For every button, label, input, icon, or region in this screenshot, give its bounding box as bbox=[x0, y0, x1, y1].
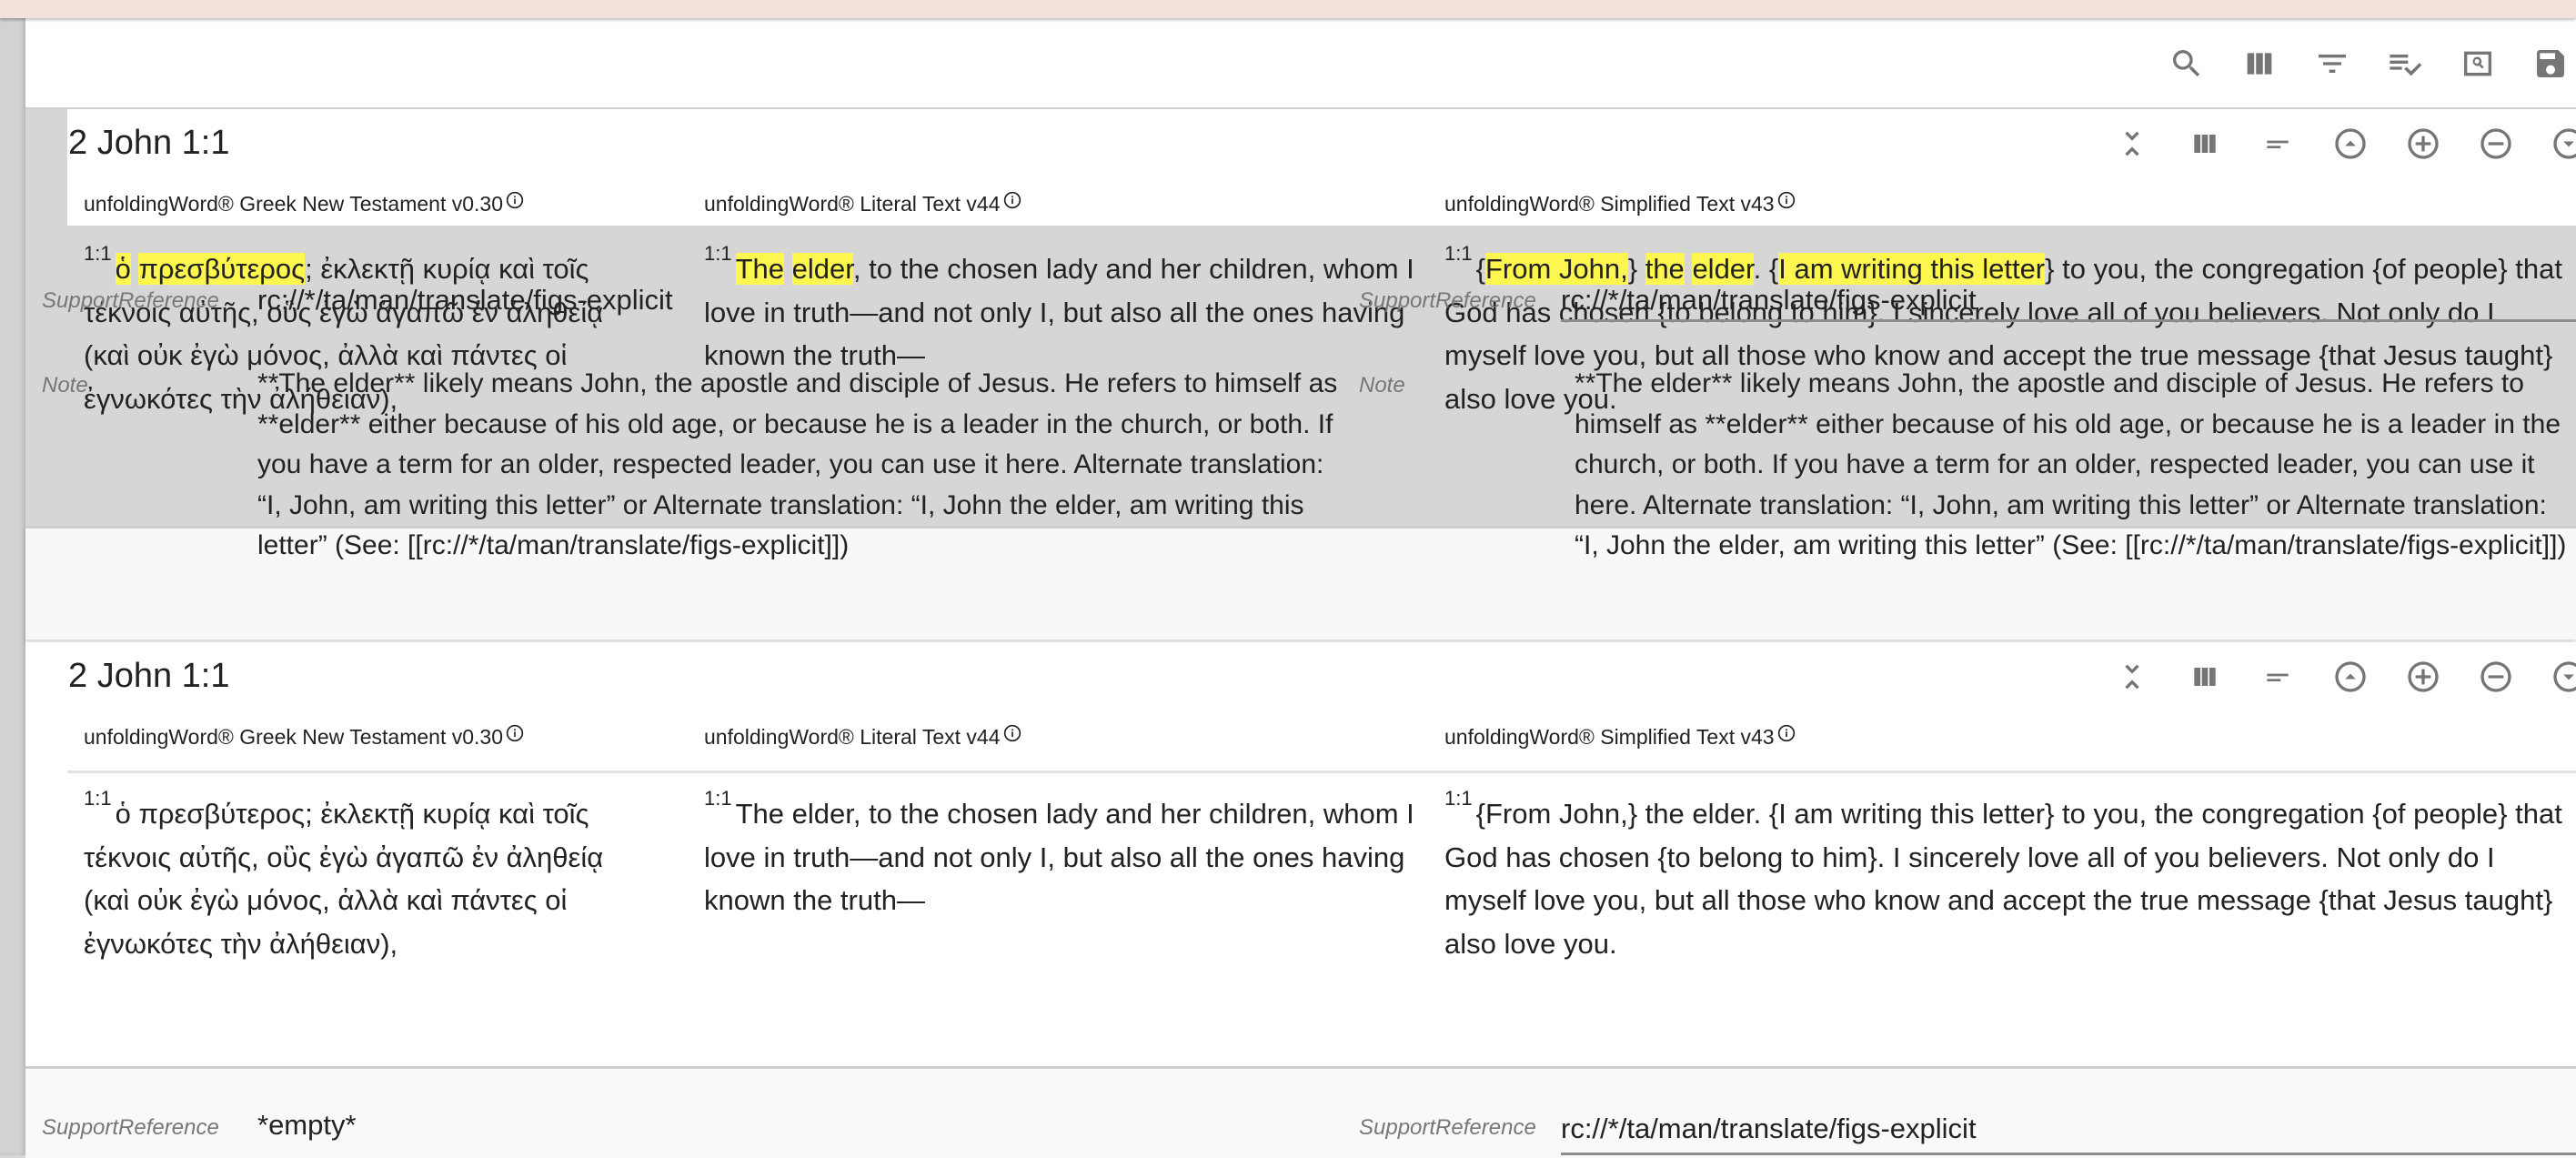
info-icon[interactable] bbox=[1003, 723, 1021, 748]
highlighted-word[interactable]: πρεσβύτερος bbox=[138, 253, 306, 285]
verse-segments: The elder, to the chosen lady and her ch… bbox=[704, 253, 1414, 371]
resource-title-ugnt: unfoldingWord® Greek New Testament v0.30 bbox=[84, 190, 524, 216]
verse-number: 1:1 bbox=[84, 787, 112, 810]
verse-continuation: (καὶ οὐκ ἐγὼ μόνος, ἀλλὰ καὶ πάντες οἱ ἐ… bbox=[84, 884, 568, 960]
playlist-check-icon[interactable] bbox=[2369, 45, 2441, 82]
divider bbox=[67, 770, 2576, 773]
expand-collapse-icon[interactable] bbox=[2096, 126, 2168, 162]
support-reference-underline bbox=[1561, 319, 2576, 322]
arrow-down-circle-icon[interactable] bbox=[2532, 126, 2576, 162]
verse-text-ult: 1:1 The elder, to the chosen lady and her… bbox=[704, 244, 1450, 378]
preview-icon[interactable] bbox=[2441, 45, 2514, 82]
resource-title-ust: unfoldingWord® Simplified Text v43 bbox=[1444, 190, 1796, 216]
resource-title-ult: unfoldingWord® Literal Text v44 bbox=[704, 190, 1021, 216]
remove-circle-icon[interactable] bbox=[2460, 126, 2532, 162]
resource-title-text: unfoldingWord® Greek New Testament v0.30 bbox=[84, 192, 503, 216]
verse-text-segment: { bbox=[1475, 253, 1485, 285]
verse-number: 1:1 bbox=[704, 787, 732, 810]
resource-title-text: unfoldingWord® Greek New Testament v0.30 bbox=[84, 725, 503, 749]
support-reference-label: SupportReference bbox=[42, 1115, 219, 1140]
verse-number: 1:1 bbox=[1444, 787, 1473, 810]
card-2-fields: SupportReference *empty* SupportReferenc… bbox=[25, 1066, 2576, 1158]
remove-circle-icon[interactable] bbox=[2460, 659, 2532, 695]
support-reference-value[interactable]: *empty* bbox=[257, 1109, 357, 1142]
verse-number: 1:1 bbox=[1444, 242, 1473, 265]
add-circle-icon[interactable] bbox=[2387, 659, 2460, 695]
highlighted-word[interactable]: elder bbox=[791, 253, 853, 285]
resource-title-text: unfoldingWord® Literal Text v44 bbox=[704, 192, 1001, 216]
sort-icon[interactable] bbox=[2241, 126, 2314, 162]
arrow-down-circle-icon[interactable] bbox=[2532, 659, 2576, 695]
filter-icon[interactable] bbox=[2296, 45, 2369, 82]
verse-number: 1:1 bbox=[704, 242, 732, 265]
note-label: Note bbox=[1359, 373, 1405, 398]
verse-card-1: 2 John 1:1 unfoldingWord® Greek New Test… bbox=[25, 109, 2576, 639]
support-reference-input[interactable]: rc://*/ta/man/translate/figs-explicit bbox=[1561, 1113, 1977, 1145]
note-label: Note bbox=[42, 373, 88, 398]
verse-text-ust: 1:1 {From John,} the elder. {I am writing… bbox=[1444, 789, 2572, 965]
save-icon[interactable] bbox=[2514, 45, 2576, 82]
support-reference-label: SupportReference bbox=[1359, 288, 1536, 313]
verse-number: 1:1 bbox=[84, 242, 112, 265]
resource-title-ugnt: unfoldingWord® Greek New Testament v0.30 bbox=[84, 723, 524, 750]
card-title: 2 John 1:1 bbox=[68, 124, 230, 162]
view-column-icon[interactable] bbox=[2223, 45, 2296, 82]
verse-text-ult: 1:1 The elder, to the chosen lady and her… bbox=[704, 789, 1450, 922]
note-value[interactable]: **The elder** likely means John, the apo… bbox=[1575, 364, 2576, 567]
note-value[interactable]: **The elder** likely means John, the apo… bbox=[257, 364, 1340, 567]
view-column-icon[interactable] bbox=[2168, 659, 2241, 695]
verse-text: The elder, to the chosen lady and her ch… bbox=[704, 798, 1414, 916]
info-icon[interactable] bbox=[506, 723, 524, 748]
info-icon[interactable] bbox=[1777, 190, 1796, 215]
verse-text-ugnt: 1:1 ὁ πρεσβύτερος; ἐκλεκτῇ κυρίᾳ καὶ τοῖς… bbox=[84, 789, 666, 965]
add-circle-icon[interactable] bbox=[2387, 126, 2460, 162]
highlighted-word[interactable]: From John, bbox=[1484, 253, 1628, 285]
resource-title-ult: unfoldingWord® Literal Text v44 bbox=[704, 723, 1021, 750]
resource-title-ust: unfoldingWord® Simplified Text v43 bbox=[1444, 723, 1796, 750]
highlighted-word[interactable]: The bbox=[735, 253, 785, 285]
highlighted-word[interactable]: elder bbox=[1692, 253, 1754, 285]
info-icon[interactable] bbox=[506, 190, 524, 215]
verse-text-segment bbox=[784, 253, 792, 285]
verse-text: {From John,} the elder. {I am writing th… bbox=[1444, 798, 2562, 960]
app-main: 2 John 1:1 unfoldingWord® Greek New Test… bbox=[25, 18, 2576, 1158]
verse-text-segment: . { bbox=[1753, 253, 1779, 285]
verse-text: ὁ πρεσβύτερος; ἐκλεκτῇ κυρίᾳ καὶ τοῖς τέ… bbox=[84, 798, 604, 873]
expand-collapse-icon[interactable] bbox=[2096, 659, 2168, 695]
resource-title-text: unfoldingWord® Simplified Text v43 bbox=[1444, 725, 1775, 749]
support-reference-label: SupportReference bbox=[1359, 1115, 1536, 1140]
highlighted-word[interactable]: I am writing this letter bbox=[1778, 253, 2046, 285]
verse-text-segment: } bbox=[1627, 253, 1645, 285]
verse-card-2: 2 John 1:1 unfoldingWord® Greek New Test… bbox=[25, 642, 2576, 1158]
card-title: 2 John 1:1 bbox=[68, 657, 230, 695]
card-2-actions bbox=[2096, 659, 2576, 695]
resource-title-text: unfoldingWord® Literal Text v44 bbox=[704, 725, 1001, 749]
arrow-up-circle-icon[interactable] bbox=[2314, 126, 2387, 162]
card-1-actions bbox=[2096, 126, 2576, 162]
support-reference-value[interactable]: rc://*/ta/man/translate/figs-explicit bbox=[257, 284, 673, 317]
info-icon[interactable] bbox=[1777, 723, 1796, 748]
resource-title-text: unfoldingWord® Simplified Text v43 bbox=[1444, 192, 1775, 216]
arrow-up-circle-icon[interactable] bbox=[2314, 659, 2387, 695]
info-icon[interactable] bbox=[1003, 190, 1021, 215]
sort-icon[interactable] bbox=[2241, 659, 2314, 695]
highlighted-word[interactable]: the bbox=[1645, 253, 1685, 285]
support-reference-label: SupportReference bbox=[42, 288, 219, 313]
search-icon[interactable] bbox=[2150, 45, 2223, 82]
toolbar bbox=[25, 18, 2576, 110]
support-reference-value[interactable]: rc://*/ta/man/translate/figs-explicit bbox=[1561, 284, 1977, 317]
browser-top-bar bbox=[0, 0, 2576, 18]
view-column-icon[interactable] bbox=[2168, 126, 2241, 162]
left-scroll-rail bbox=[0, 18, 25, 1155]
highlighted-word[interactable]: ὁ bbox=[115, 253, 131, 285]
